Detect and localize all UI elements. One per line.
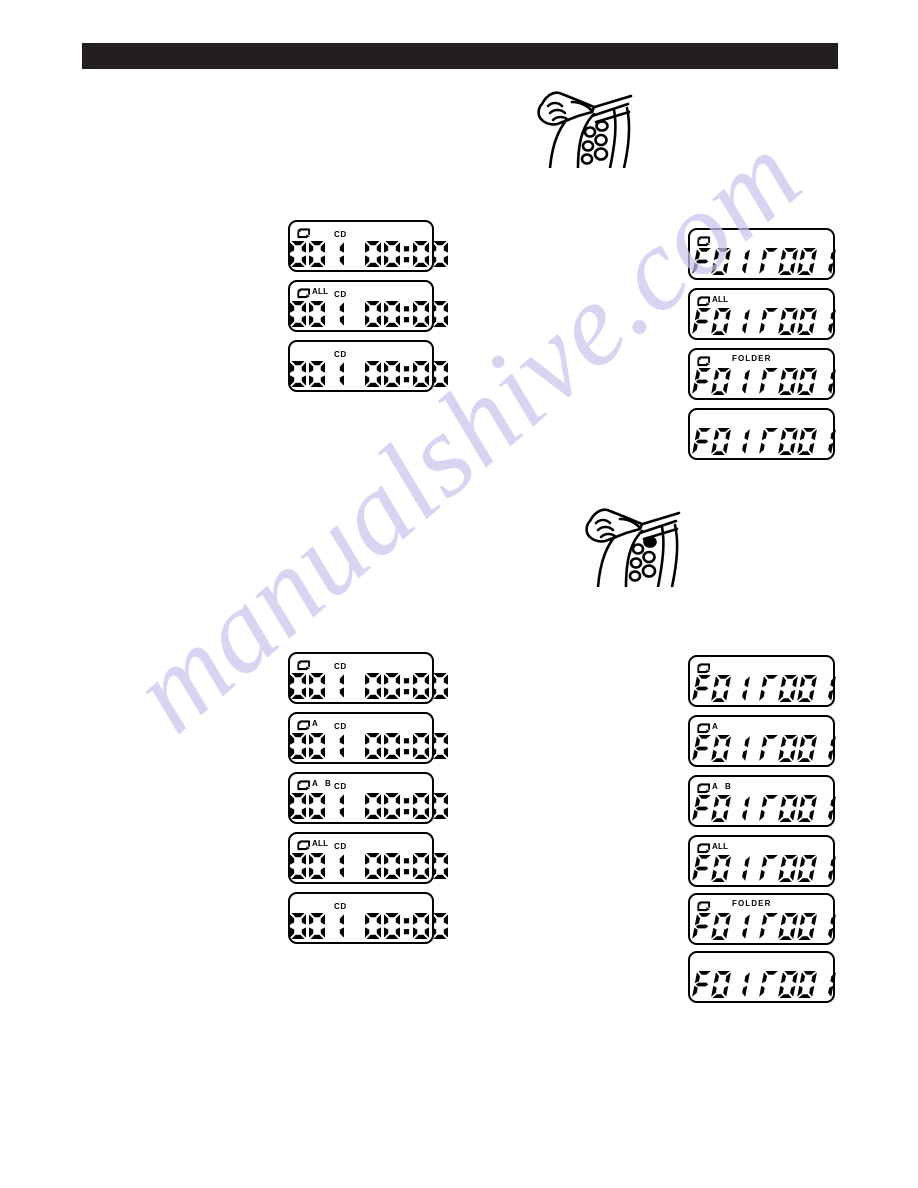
cd-indicator-label: CD: [334, 722, 347, 731]
cd-indicator-label: CD: [334, 842, 347, 851]
cd-indicator-label: CD: [334, 662, 347, 671]
lcd-segment-readout: [290, 360, 448, 388]
cd-indicator-label: CD: [334, 230, 347, 239]
repeat-icon: [697, 294, 710, 307]
lcd-segment-readout: [690, 970, 836, 999]
lcd-display-panel: FOLDER: [688, 348, 836, 400]
lcd-segment-readout: [290, 732, 448, 760]
lcd-indicator-row: [697, 233, 710, 247]
lcd-display-panel: CD: [288, 340, 448, 392]
repeat-icon: [697, 661, 710, 674]
cd-indicator-label: CD: [334, 902, 347, 911]
lcd-display-panel: CD: [288, 892, 448, 944]
lcd-segment-readout: [290, 852, 448, 880]
hand-pressing-button-upper: [532, 82, 636, 170]
lcd-segment-readout: [690, 674, 836, 703]
lcd-display-panel: [688, 655, 836, 707]
repeat-icon: [697, 899, 710, 912]
repeat-mode-label: ALL: [312, 839, 329, 848]
lcd-indicator-row: [297, 657, 310, 671]
lcd-segment-readout: [690, 307, 836, 336]
repeat-mode-label: A: [312, 779, 318, 788]
lcd-display-panel: [688, 951, 836, 1003]
lcd-segment-readout: [290, 240, 448, 268]
repeat-icon: [697, 721, 710, 734]
lcd-indicator-row: ALL: [697, 840, 729, 854]
folder-indicator-label: FOLDER: [732, 899, 772, 908]
repeat-icon: [697, 234, 710, 247]
repeat-icon: [697, 354, 710, 367]
lcd-indicator-row: [697, 660, 710, 674]
lcd-segment-readout: [690, 734, 836, 763]
lcd-indicator-row: ALL: [297, 837, 329, 851]
repeat-mode-label: A: [312, 719, 318, 728]
lcd-indicator-row: ALL: [297, 285, 329, 299]
repeat-icon: [697, 781, 710, 794]
repeat-mode-label: A: [712, 722, 718, 731]
lcd-display-panel: CD: [288, 220, 448, 272]
repeat-mode-label: B: [324, 779, 331, 788]
page-watermark: manualshive.com: [0, 0, 918, 1188]
lcd-display-panel: ALL: [688, 288, 836, 340]
repeat-icon: [297, 658, 310, 671]
lcd-indicator-row: A: [297, 717, 318, 731]
lcd-indicator-row: [697, 353, 710, 367]
lcd-segment-readout: [690, 854, 836, 883]
header-band: [82, 43, 838, 69]
lcd-indicator-row: [697, 898, 710, 912]
lcd-display-panel: A: [688, 715, 836, 767]
lcd-display-panel: A CD: [288, 712, 448, 764]
lcd-display-panel: CD: [288, 652, 448, 704]
repeat-mode-label: ALL: [712, 295, 729, 304]
repeat-mode-label: ALL: [712, 842, 729, 851]
cd-indicator-label: CD: [334, 350, 347, 359]
lcd-indicator-row: A: [697, 720, 718, 734]
lcd-display-panel: AB: [688, 775, 836, 827]
lcd-display-panel: ALL CD: [288, 280, 448, 332]
lcd-indicator-row: ALL: [697, 293, 729, 307]
lcd-segment-readout: [690, 794, 836, 823]
lcd-display-panel: A B CD: [288, 772, 448, 824]
cd-indicator-label: CD: [334, 290, 347, 299]
repeat-mode-label: B: [724, 782, 731, 791]
lcd-display-panel: FOLDER: [688, 893, 836, 945]
folder-indicator-label: FOLDER: [732, 354, 772, 363]
lcd-segment-readout: [690, 427, 836, 456]
lcd-display-panel: ALL CD: [288, 832, 448, 884]
lcd-segment-readout: [690, 912, 836, 941]
lcd-segment-readout: [290, 912, 448, 940]
repeat-mode-label: ALL: [312, 287, 329, 296]
repeat-icon: [297, 718, 310, 731]
cd-indicator-label: CD: [334, 782, 347, 791]
lcd-segment-readout: [290, 792, 448, 820]
lcd-display-panel: [688, 408, 836, 460]
repeat-icon: [297, 226, 310, 239]
hand-pressing-button-lower: [578, 497, 682, 589]
repeat-mode-label: A: [712, 782, 718, 791]
repeat-icon: [697, 841, 710, 854]
lcd-display-panel: [688, 228, 836, 280]
repeat-icon: [297, 778, 310, 791]
lcd-segment-readout: [690, 247, 836, 276]
lcd-segment-readout: [690, 367, 836, 396]
lcd-segment-readout: [290, 672, 448, 700]
lcd-indicator-row: AB: [297, 777, 331, 791]
repeat-icon: [297, 286, 310, 299]
lcd-indicator-row: AB: [697, 780, 731, 794]
lcd-display-panel: ALL: [688, 835, 836, 887]
lcd-segment-readout: [290, 300, 448, 328]
lcd-indicator-row: [297, 225, 310, 239]
repeat-icon: [297, 838, 310, 851]
